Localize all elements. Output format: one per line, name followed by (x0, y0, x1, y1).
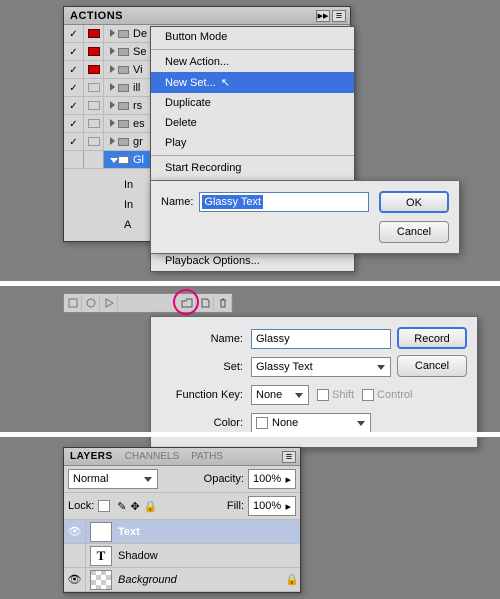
color-swatch-none (256, 417, 268, 429)
cancel-button[interactable]: Cancel (379, 221, 449, 243)
layer-name: Shadow (116, 550, 300, 562)
play-icon[interactable] (100, 295, 118, 311)
lock-transparent-icon[interactable] (98, 500, 110, 512)
menu-duplicate[interactable]: Duplicate (151, 93, 354, 113)
menu-new-action[interactable]: New Action... (151, 52, 354, 72)
layers-panel-header: LAYERS CHANNELS PATHS ≡ (64, 448, 300, 466)
na-color-label: Color: (161, 417, 251, 429)
new-set-icon[interactable] (178, 295, 196, 311)
menu-new-set[interactable]: New Set... ↖ (151, 72, 354, 93)
name-input[interactable]: Glassy Text (199, 192, 369, 212)
panel-collapse-icon[interactable]: ▸▸ (316, 10, 330, 22)
layer-thumb (90, 570, 112, 590)
actions-panel-title: ACTIONS (64, 10, 129, 22)
lock-brush-icon[interactable]: ✎ (117, 500, 126, 513)
na-name-label: Name: (161, 333, 251, 345)
panel-menu-icon[interactable]: ≡ (332, 10, 346, 22)
na-control-cb: Control (362, 389, 412, 401)
cancel-button-2[interactable]: Cancel (397, 355, 467, 377)
cursor-icon: ↖ (221, 77, 230, 89)
opacity-input[interactable]: 100%▸ (248, 469, 296, 489)
record-icon[interactable] (82, 295, 100, 311)
new-action-icon[interactable] (196, 295, 214, 311)
lock-all-icon[interactable]: 🔒 (144, 500, 158, 513)
actions-toolbar (63, 293, 233, 313)
na-fkey-label: Function Key: (161, 389, 251, 401)
menu-new-set-label: New Set... (165, 77, 216, 89)
fill-label: Fill: (227, 500, 248, 512)
layers-lock-row: Lock: ✎ ✥ 🔒 Fill: 100%▸ (64, 493, 300, 520)
layer-row[interactable]: 👁 T Text (64, 520, 300, 544)
layer-name: Text (116, 526, 300, 538)
new-set-dialog: Name: Glassy Text OK Cancel (150, 180, 460, 254)
fill-input[interactable]: 100%▸ (248, 496, 296, 516)
layer-row[interactable]: T Shadow (64, 544, 300, 568)
layer-thumb: T (90, 522, 112, 542)
record-button[interactable]: Record (397, 327, 467, 349)
opacity-label: Opacity: (204, 473, 248, 485)
trash-icon[interactable] (214, 295, 232, 311)
layer-name: Background (116, 574, 284, 586)
na-set-select[interactable]: Glassy Text (251, 357, 391, 377)
na-shift-cb: Shift (317, 389, 354, 401)
blend-mode-select[interactable]: Normal (68, 469, 158, 489)
tab-paths[interactable]: PATHS (185, 451, 229, 462)
new-action-dialog: Record Cancel Name: Set: Glassy Text Fun… (150, 316, 478, 448)
na-color-select[interactable]: None (251, 413, 371, 433)
name-label: Name: (161, 196, 199, 208)
ok-button[interactable]: OK (379, 191, 449, 213)
layer-row[interactable]: 👁 Background 🔒 (64, 568, 300, 592)
layers-blend-row: Normal Opacity: 100%▸ (64, 466, 300, 493)
menu-playback-options[interactable]: Playback Options... (151, 251, 354, 271)
tab-layers[interactable]: LAYERS (64, 451, 119, 462)
menu-start-recording[interactable]: Start Recording (151, 158, 354, 178)
eye-icon[interactable]: 👁 (64, 520, 86, 543)
menu-play[interactable]: Play (151, 133, 354, 153)
eye-icon[interactable] (64, 544, 86, 567)
menu-delete[interactable]: Delete (151, 113, 354, 133)
na-fkey-select[interactable]: None (251, 385, 309, 405)
lock-icon: 🔒 (284, 573, 300, 586)
stop-icon[interactable] (64, 295, 82, 311)
menu-button-mode[interactable]: Button Mode (151, 27, 354, 47)
layers-menu-icon[interactable]: ≡ (282, 451, 296, 463)
na-name-input[interactable] (251, 329, 391, 349)
actions-panel-header: ACTIONS ▸▸ ≡ (64, 7, 350, 25)
lock-move-icon[interactable]: ✥ (131, 500, 140, 513)
name-input-selection: Glassy Text (202, 195, 263, 209)
layer-thumb: T (90, 546, 112, 566)
na-set-label: Set: (161, 361, 251, 373)
lock-label: Lock: (68, 500, 94, 512)
tab-channels[interactable]: CHANNELS (119, 451, 185, 462)
eye-icon[interactable]: 👁 (64, 568, 86, 591)
